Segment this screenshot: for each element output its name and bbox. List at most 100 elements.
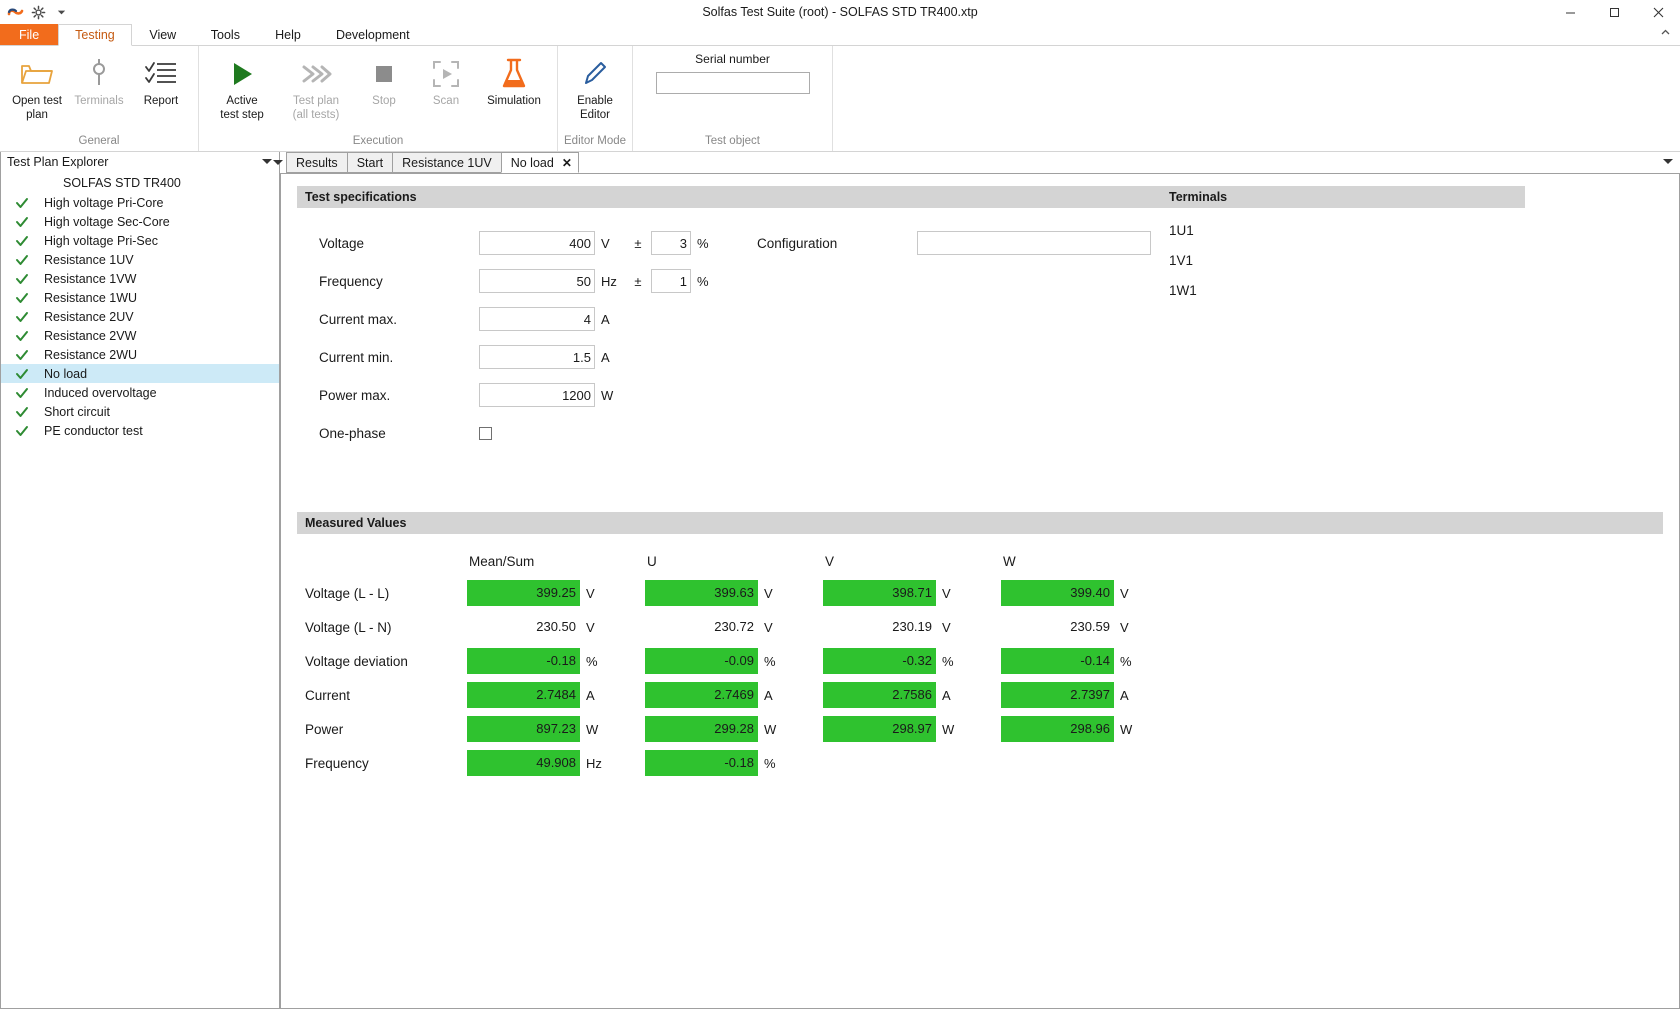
measured-value-unit: V: [1120, 619, 1129, 635]
one-phase-checkbox[interactable]: [479, 426, 492, 440]
tab-nav-chevron-down-icon[interactable]: [272, 156, 284, 170]
serial-number-input[interactable]: [655, 72, 810, 94]
window-title: Solfas Test Suite (root) - SOLFAS STD TR…: [702, 5, 978, 19]
ribbon-tab-file[interactable]: File: [0, 24, 59, 46]
ribbon-tab-strip[interactable]: File Testing View Tools Help Development: [0, 24, 1680, 46]
measured-values-row-label: Voltage deviation: [305, 653, 408, 669]
tab-close-icon[interactable]: ✕: [562, 157, 572, 169]
document-tab[interactable]: Results: [286, 152, 348, 173]
tree-item[interactable]: PE conductor test: [1, 421, 279, 440]
tree-item[interactable]: Short circuit: [1, 402, 279, 421]
measured-value-unit: A: [942, 687, 951, 703]
measured-value-pass: 399.63: [645, 580, 758, 606]
measured-values-cell: 230.72 V: [645, 614, 823, 640]
configuration-label: Configuration: [757, 235, 838, 251]
tree-item-label: Resistance 1UV: [44, 252, 134, 267]
spec-row-label: Voltage: [319, 235, 365, 251]
tree-item[interactable]: Resistance 2UV: [1, 307, 279, 326]
ribbon-tab-view[interactable]: View: [132, 24, 194, 46]
enable-editor-button[interactable]: Enable Editor: [564, 50, 626, 122]
test-plan-all-tests-button[interactable]: Test plan (all tests): [279, 50, 353, 122]
ribbon-tab-development[interactable]: Development: [319, 24, 427, 46]
configuration-input[interactable]: [917, 231, 1151, 255]
simulation-label: Simulation: [487, 95, 541, 107]
document-tab-strip[interactable]: Results Start Resistance 1UV No load ✕: [273, 152, 1680, 174]
document-tab[interactable]: Start: [346, 152, 394, 173]
terminals-button[interactable]: Terminals: [68, 50, 130, 108]
tree-item[interactable]: Resistance 1WU: [1, 288, 279, 307]
open-test-plan-button[interactable]: Open test plan: [6, 50, 68, 122]
chevron-down-icon[interactable]: [52, 3, 70, 21]
tree-item[interactable]: Induced overvoltage: [1, 383, 279, 402]
scan-frame-icon: [432, 54, 460, 94]
measured-value-pass: 299.28: [645, 716, 758, 742]
scan-button[interactable]: Scan: [415, 50, 477, 108]
tree-item[interactable]: Resistance 2VW: [1, 326, 279, 345]
fast-forward-icon: [300, 54, 332, 94]
spec-value-input[interactable]: [479, 307, 595, 331]
minimize-button[interactable]: [1548, 0, 1592, 24]
measured-value: 230.19: [892, 619, 932, 634]
document-tab[interactable]: No load ✕: [500, 152, 579, 173]
measured-values-row: Current 2.7484 A 2.7469 A 2.7586 A 2.7397 A: [297, 678, 1663, 712]
tree-item[interactable]: High voltage Sec-Core: [1, 212, 279, 231]
ribbon-group-general: Open test plan Terminals Report General: [0, 46, 199, 151]
report-button[interactable]: Report: [130, 50, 192, 108]
pass-check-icon: [15, 386, 35, 400]
tree-item[interactable]: High voltage Pri-Sec: [1, 231, 279, 250]
tab-list-chevron-down-icon[interactable]: [1662, 155, 1674, 169]
spec-value-input[interactable]: [479, 231, 595, 255]
one-phase-label: One-phase: [319, 425, 386, 441]
measured-value-unit: %: [764, 755, 776, 771]
report-label: Report: [143, 95, 179, 107]
active-test-step-button[interactable]: Active test step: [205, 50, 279, 122]
window-controls[interactable]: [1548, 0, 1680, 24]
quick-access-toolbar[interactable]: [0, 3, 70, 21]
measured-value-unit: W: [942, 721, 955, 737]
measured-values-panel: Measured Values Mean/Sum U V W Voltage (L -…: [281, 512, 1679, 780]
test-plan-explorer-header[interactable]: Test Plan Explorer: [1, 152, 279, 172]
maximize-button[interactable]: [1592, 0, 1636, 24]
test-plan-tree[interactable]: SOLFAS STD TR400 High voltage Pri-Core Hi…: [1, 172, 279, 440]
measured-values-row-label: Voltage (L - N): [305, 619, 392, 635]
test-specifications-panel: Test specifications Voltage V ±% Frequency H…: [281, 186, 1161, 452]
ribbon-collapse-icon[interactable]: [1659, 26, 1672, 42]
tolerance-input[interactable]: [651, 269, 691, 293]
tolerance-input[interactable]: [651, 231, 691, 255]
spec-unit-label: A: [601, 311, 610, 327]
measured-values-cell: 49.908 Hz: [467, 750, 645, 776]
simulation-button[interactable]: Simulation: [477, 50, 551, 108]
tree-item[interactable]: Resistance 2WU: [1, 345, 279, 364]
measured-values-cell: 399.40 V: [1001, 580, 1179, 606]
tolerance-sign: ±: [634, 273, 642, 289]
measured-values-row: Power 897.23 W 299.28 W 298.97 W 298.96 W: [297, 712, 1663, 746]
measured-value-pass: -0.32: [823, 648, 936, 674]
ribbon-filler: [833, 46, 1680, 151]
ribbon-group-general-label: General: [78, 135, 120, 147]
tree-item[interactable]: Resistance 1VW: [1, 269, 279, 288]
spec-fields: VoltageV±%FrequencyHz±%Current max.ACurr…: [297, 208, 727, 452]
ribbon-tab-tools[interactable]: Tools: [194, 24, 257, 46]
measured-value-pass: 2.7586: [823, 682, 936, 708]
close-button[interactable]: [1636, 0, 1680, 24]
measured-values-row-label: Voltage (L - L): [305, 585, 390, 601]
measured-values-column-header: W: [1003, 553, 1016, 569]
tree-item[interactable]: No load: [1, 364, 279, 383]
measured-value-unit: W: [764, 721, 777, 737]
tree-root-item[interactable]: SOLFAS STD TR400: [1, 174, 279, 193]
tree-item[interactable]: Resistance 1UV: [1, 250, 279, 269]
ribbon-tab-help[interactable]: Help: [257, 24, 319, 46]
spec-value-input[interactable]: [479, 345, 595, 369]
tree-item[interactable]: High voltage Pri-Core: [1, 193, 279, 212]
spec-value-input[interactable]: [479, 383, 595, 407]
stop-button[interactable]: Stop: [353, 50, 415, 108]
pass-check-icon: [15, 310, 35, 324]
ribbon-tab-testing[interactable]: Testing: [58, 24, 132, 46]
document-tab-label: Results: [296, 155, 338, 170]
gear-icon[interactable]: [29, 3, 47, 21]
spec-value-input[interactable]: [479, 269, 595, 293]
play-triangle-icon: [227, 54, 257, 94]
document-tab[interactable]: Resistance 1UV: [392, 152, 502, 173]
measured-value-unit: V: [942, 585, 951, 601]
measured-value-unit: W: [586, 721, 599, 737]
